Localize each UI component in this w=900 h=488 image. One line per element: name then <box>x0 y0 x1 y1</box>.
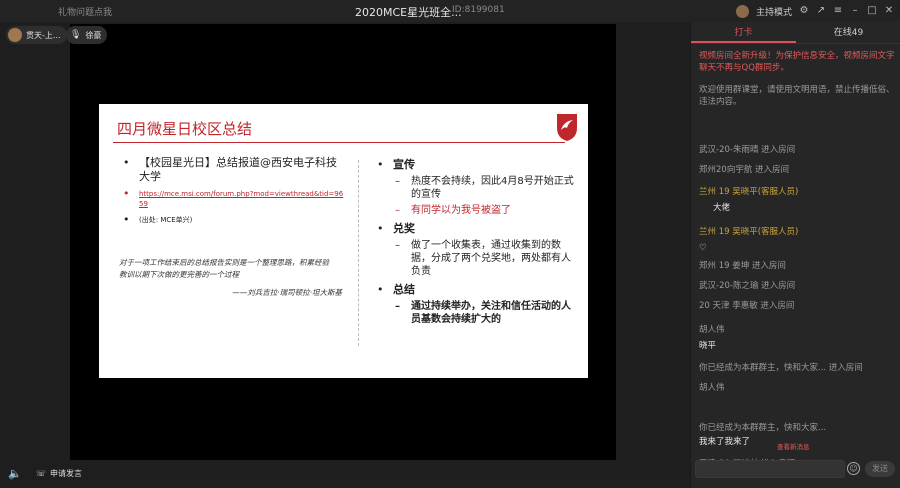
chat-panel: 打卡 在线49 视频房间全新升级！为保护信息安全，视频房间文字聊天不再与QQ群同… <box>690 22 900 488</box>
settings-icon[interactable]: ⚙ <box>799 6 809 16</box>
minimize-icon[interactable]: – <box>850 6 860 16</box>
left-column: • 【校园星光日】总结报道@西安电子科技大学 • https://mce.msi.c… <box>117 156 347 298</box>
section-heading: • 兑奖 <box>377 222 415 235</box>
chat-input-bar: ☺ 发送 <box>695 458 897 480</box>
chat-message: 晓平 <box>699 341 717 351</box>
title-bar: 礼物问题点我 2020MCE星光班全... ID:8199081 主持模式 ⚙ … <box>0 0 900 22</box>
bottom-bar: 🔈 ☏ 申请发言 <box>0 460 690 488</box>
bullet-text: 【校园星光日】总结报道@西安电子科技大学 <box>139 156 337 183</box>
list-item: • 【校园星光日】总结报道@西安电子科技大学 <box>123 156 337 183</box>
chat-message: ♡ <box>699 243 707 253</box>
right-column: • 宣传 – 热度不会持续，因此4月8号开始正式的宣传 – 有同学以为我号被盗了 • 兑奖 – 做… <box>375 158 575 326</box>
maximize-icon[interactable]: □ <box>867 6 877 16</box>
chat-message: 胡人伟 <box>699 325 725 335</box>
title-rule <box>113 142 565 143</box>
avatar <box>8 28 22 42</box>
user-chip[interactable]: 贯天-上... <box>6 26 67 44</box>
window-controls: 主持模式 ⚙ ↗ ≡ – □ ✕ <box>735 3 894 19</box>
gift-help-link[interactable]: 礼物问题点我 <box>58 5 112 18</box>
chat-message: 郑州20向宇航 进入房间 <box>699 165 790 175</box>
section-item: – 有同学以为我号被盗了 <box>395 205 511 216</box>
section-item: – 热度不会持续，因此4月8号开始正式的宣传 <box>395 176 574 200</box>
chat-message: 兰州 19 吴晓平(客服人员) <box>699 187 799 197</box>
section-item: – 通过持续举办，关注和信任活动的人员基数会持续扩大的 <box>395 301 571 325</box>
link-text[interactable]: https://mce.msi.com/forum.php?mod=viewth… <box>139 190 343 208</box>
chat-message: 你已经成为本群群主，快和大家... <box>699 423 827 433</box>
chat-message: 郑州 19 姜坤 进入房间 <box>699 261 786 271</box>
quote-text: 对于一项工作结束后的总结报告实则是一个整理思路，积累经验教训以期下次做的更完善的… <box>119 258 329 279</box>
section-heading: • 宣传 <box>377 158 415 171</box>
chat-message: 20 天津 李惠敏 进入房间 <box>699 301 795 311</box>
room-title: 2020MCE星光班全... <box>355 6 462 19</box>
list-item: • (出处: MCE单兴) <box>123 213 193 226</box>
host-mode-label[interactable]: 主持模式 <box>756 5 792 18</box>
chat-message: 武汉-20-陈之瑜 进入房间 <box>699 281 796 291</box>
room-id: ID:8199081 <box>452 5 505 15</box>
user-chip[interactable]: 🎙 徐豪 <box>66 26 108 44</box>
chat-input[interactable] <box>695 460 845 478</box>
panel-tabs: 打卡 在线49 <box>691 22 900 44</box>
host-avatar[interactable] <box>735 4 749 18</box>
section-heading: • 总结 <box>377 283 415 296</box>
presentation-slide: 四月微星日校区总结 • 【校园星光日】总结报道@西安电子科技大学 • https:/… <box>99 104 588 378</box>
apply-speak-button[interactable]: ☏ 申请发言 <box>36 468 82 479</box>
menu-icon[interactable]: ≡ <box>833 6 843 16</box>
tab-online[interactable]: 在线49 <box>796 22 900 43</box>
column-divider <box>358 160 359 346</box>
new-messages-link[interactable]: 查看新消息 <box>777 441 810 451</box>
apply-label: 申请发言 <box>50 469 83 478</box>
system-notice: 视频房间全新升级！为保护信息安全，视频房间文字聊天不再与QQ群同步。 <box>699 51 895 73</box>
chat-message: 兰州 19 吴晓平(客服人员) <box>699 227 799 237</box>
quote-citation: ——刘兵吉拉·瑞司顿拉·坦大斯基 <box>232 288 342 297</box>
report-link[interactable]: • https://mce.msi.com/forum.php?mod=viewt… <box>117 188 347 209</box>
user-bar: 贯天-上... 🎙 徐豪 <box>0 22 690 48</box>
msi-shield-icon <box>557 114 577 141</box>
microphone-icon: 🎙 <box>70 30 82 40</box>
chat-message: 你已经成为本群群主，快和大家... 进入房间 <box>699 363 863 373</box>
chat-message: 大佬 <box>713 203 731 213</box>
chat-message: 武汉-20-朱雨晴 进入房间 <box>699 145 796 155</box>
close-icon[interactable]: ✕ <box>884 6 894 16</box>
rules-notice: 欢迎使用群课堂，请使用文明用语，禁止传播低俗、违法内容。 <box>699 85 895 107</box>
user-name: 贯天-上... <box>26 30 61 40</box>
chat-message: 胡人伟 <box>699 383 725 393</box>
emoji-icon[interactable]: ☺ <box>847 462 860 475</box>
slide-title: 四月微星日校区总结 <box>117 120 253 138</box>
user-name: 徐豪 <box>85 30 102 40</box>
send-button[interactable]: 发送 <box>865 461 895 477</box>
tab-checkin[interactable]: 打卡 <box>691 22 796 43</box>
source-text: (出处: MCE单兴) <box>139 216 193 224</box>
phone-icon: ☏ <box>36 469 47 478</box>
popout-icon[interactable]: ↗ <box>816 6 826 16</box>
section-item: – 做了一个收集表，通过收集到的数据，分成了两个兑奖地，两处都有人负责 <box>395 240 571 277</box>
speaker-icon[interactable]: 🔈 <box>8 467 22 480</box>
